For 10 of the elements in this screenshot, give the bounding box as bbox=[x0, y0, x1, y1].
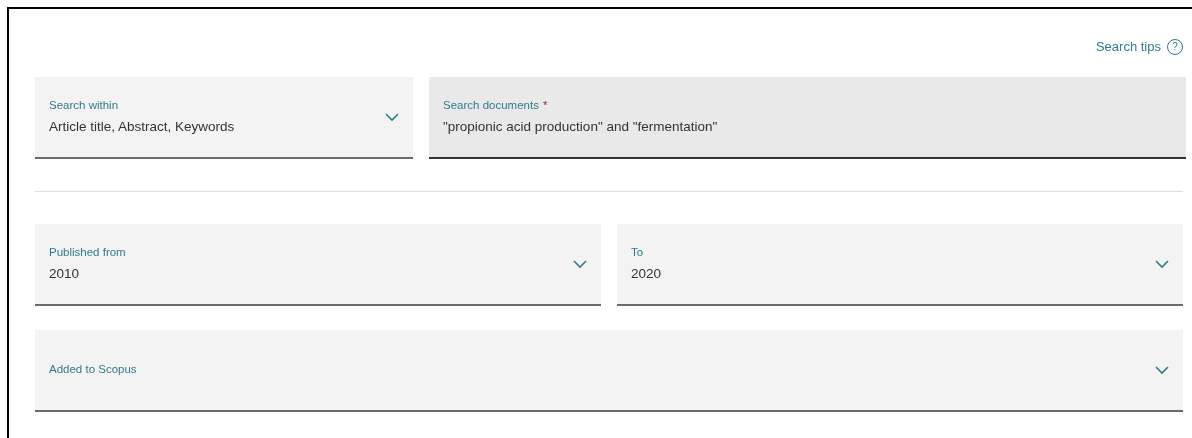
dropdown-field[interactable]: Search within Article title, Abstract, Keywords bbox=[35, 77, 413, 159]
dropdown-field[interactable]: To 2020 bbox=[617, 224, 1183, 306]
chevron-down-icon bbox=[1155, 259, 1169, 269]
search-field[interactable]: Search documents * "propionic acid production" and "fermentation" bbox=[429, 77, 1186, 159]
chevron-down-icon bbox=[1155, 365, 1169, 375]
chevron-down-icon bbox=[385, 112, 399, 122]
dropdown-field[interactable]: Added to Scopus bbox=[35, 330, 1183, 412]
chevron-down-icon bbox=[573, 259, 587, 269]
search-tips-link[interactable]: Search tips ? bbox=[1095, 37, 1183, 57]
dropdown-field[interactable]: Published from 2010 bbox=[35, 224, 601, 306]
